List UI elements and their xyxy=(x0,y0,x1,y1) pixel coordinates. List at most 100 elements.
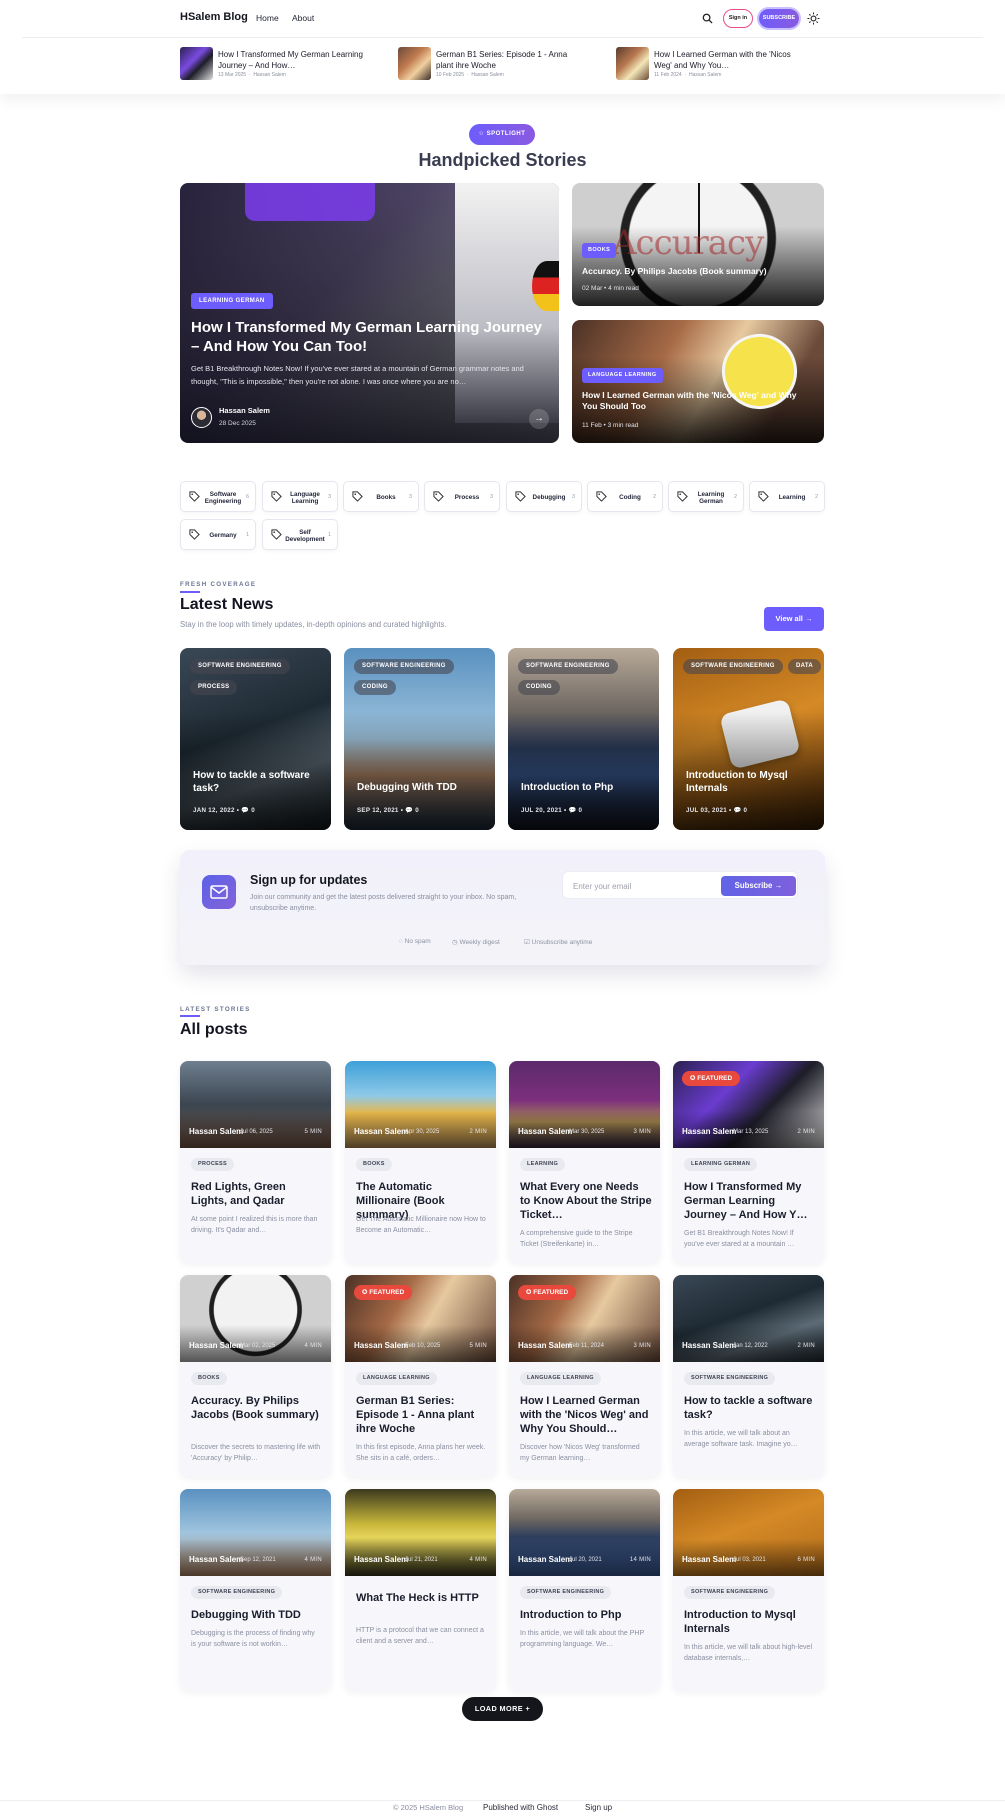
footer-signup-link[interactable]: Sign up xyxy=(585,1803,612,1812)
ticker-item[interactable]: How I Learned German with the 'Nicos Weg… xyxy=(616,47,816,81)
side-card-title[interactable]: How I Learned German with the 'Nicos Weg… xyxy=(582,390,812,412)
post-tag[interactable]: SOFTWARE ENGINEERING xyxy=(684,1372,776,1385)
mail-icon xyxy=(202,875,236,909)
tag-chip-software-engineering[interactable]: Software Engineering 6 xyxy=(180,481,256,512)
nav-home[interactable]: Home xyxy=(256,13,279,23)
footer-ghost-link[interactable]: Published with Ghost xyxy=(483,1803,558,1812)
post-excerpt: Discover how 'Nicos Weg' transformed my … xyxy=(520,1444,640,1462)
post-title[interactable]: Introduction to Mysql Internals xyxy=(684,1608,816,1636)
news-tag[interactable]: SOFTWARE ENGINEERING xyxy=(683,659,783,674)
author-name[interactable]: Hassan Salem xyxy=(219,406,270,415)
ticker-item[interactable]: German B1 Series: Episode 1 - Anna plant… xyxy=(398,47,598,81)
post-tag[interactable]: LANGUAGE LEARNING xyxy=(520,1372,601,1385)
email-input[interactable] xyxy=(573,878,713,894)
post-excerpt: Debugging is the process of finding why … xyxy=(191,1630,315,1648)
news-tag[interactable]: SOFTWARE ENGINEERING xyxy=(518,659,618,674)
tag-chip-coding[interactable]: Coding 2 xyxy=(587,481,663,512)
featured-main-title[interactable]: How I Transformed My German Learning Jou… xyxy=(191,318,551,356)
post-tag[interactable]: LANGUAGE LEARNING xyxy=(356,1372,437,1385)
site-logo[interactable]: HSalem Blog xyxy=(180,11,248,23)
news-title[interactable]: How to tackle a software task? xyxy=(193,770,323,795)
side-card-title[interactable]: Accuracy. By Philips Jacobs (Book summar… xyxy=(582,266,812,277)
post-title[interactable]: Accuracy. By Philips Jacobs (Book summar… xyxy=(191,1394,323,1422)
post-tag[interactable]: LEARNING GERMAN xyxy=(684,1158,758,1171)
news-card[interactable]: SOFTWARE ENGINEERING CODING Debugging Wi… xyxy=(344,648,495,830)
side-card-tag[interactable]: LANGUAGE LEARNING xyxy=(582,368,663,383)
post-card[interactable]: Hassan Salem Jul 21, 2021 4 MIN What The He… xyxy=(345,1489,496,1691)
arrow-right-icon[interactable]: → xyxy=(529,409,549,429)
tag-chip-germany[interactable]: Germany 1 xyxy=(180,519,256,550)
post-title[interactable]: What Every one Needs to Know About the S… xyxy=(520,1180,652,1222)
news-card[interactable]: SOFTWARE ENGINEERING PROCESS How to tack… xyxy=(180,648,331,830)
news-title[interactable]: Debugging With TDD xyxy=(357,782,487,795)
post-card[interactable]: Hassan Salem Jul 03, 2021 6 MIN SOFTWARE EN… xyxy=(673,1489,824,1691)
post-card[interactable]: Hassan Salem Sep 12, 2021 4 MIN SOFTWARE EN… xyxy=(180,1489,331,1691)
search-icon[interactable] xyxy=(702,13,713,24)
newsletter-subscribe-button[interactable]: Subscribe → xyxy=(721,876,796,896)
signin-button[interactable]: Sign in xyxy=(723,9,753,28)
tag-chip-process[interactable]: Process 3 xyxy=(424,481,500,512)
load-more-button[interactable]: LOAD MORE + xyxy=(462,1697,543,1721)
post-tag[interactable]: PROCESS xyxy=(191,1158,234,1171)
post-title[interactable]: What The Heck is HTTP xyxy=(356,1591,488,1605)
post-author: Hassan Salem xyxy=(354,1555,409,1564)
side-card-tag[interactable]: BOOKS xyxy=(582,243,617,258)
news-title[interactable]: Introduction to Php xyxy=(521,782,651,795)
news-meta: JUL 03, 2021 • 💬 0 xyxy=(686,807,748,814)
nav-about[interactable]: About xyxy=(292,13,314,23)
tag-icon xyxy=(758,491,769,502)
post-card[interactable]: Hassan Salem Mar 30, 2025 3 MIN LEARNING Wha… xyxy=(509,1061,660,1263)
tag-chip-books[interactable]: Books 3 xyxy=(343,481,419,512)
news-tag[interactable]: SOFTWARE ENGINEERING xyxy=(354,659,454,674)
post-card[interactable]: Hassan Salem Jul 20, 2021 14 MIN SOFTWARE E… xyxy=(509,1489,660,1691)
post-title[interactable]: How I Learned German with the 'Nicos Weg… xyxy=(520,1394,652,1436)
tag-count: 3 xyxy=(489,494,493,500)
post-title[interactable]: Red Lights, Green Lights, and Qadar xyxy=(191,1180,323,1208)
post-title[interactable]: German B1 Series: Episode 1 - Anna plant… xyxy=(356,1394,488,1436)
tag-chip-self-development[interactable]: Self Development 1 xyxy=(262,519,338,550)
subscribe-button[interactable]: SUBSCRIBE xyxy=(759,9,799,28)
tag-count: 2 xyxy=(733,494,737,500)
post-date: Jul 03, 2021 xyxy=(733,1557,766,1563)
post-tag[interactable]: LEARNING xyxy=(520,1158,566,1171)
spotlight-side-card[interactable]: LANGUAGE LEARNING How I Learned German w… xyxy=(572,320,824,443)
post-tag[interactable]: BOOKS xyxy=(191,1372,227,1385)
post-title[interactable]: Introduction to Php xyxy=(520,1608,652,1622)
tag-chip-debugging[interactable]: Debugging 3 xyxy=(506,481,582,512)
news-card[interactable]: SOFTWARE ENGINEERING DATA Introduction t… xyxy=(673,648,824,830)
post-card[interactable]: Hassan Salem Jul 06, 2025 5 MIN PROCESS Red … xyxy=(180,1061,331,1263)
news-tag[interactable]: DATA xyxy=(788,659,821,674)
view-all-button[interactable]: View all → xyxy=(764,607,824,631)
post-card[interactable]: Hassan Salem Jan 12, 2022 2 MIN SOFTWARE EN… xyxy=(673,1275,824,1477)
post-card[interactable]: Hassan Salem Mar 02, 2025 4 MIN BOOKS Accura… xyxy=(180,1275,331,1477)
tag-chip-language-learning[interactable]: Language Learning 3 xyxy=(262,481,338,512)
news-title[interactable]: Introduction to Mysql Internals xyxy=(686,770,816,795)
news-tag[interactable]: SOFTWARE ENGINEERING xyxy=(190,659,290,674)
news-tag[interactable]: PROCESS xyxy=(190,680,238,695)
post-card[interactable]: ✪ FEATURED Hassan Salem Feb 11, 2024 3 MIN L… xyxy=(509,1275,660,1477)
news-tag[interactable]: CODING xyxy=(354,680,396,695)
post-title[interactable]: How I Transformed My German Learning Jou… xyxy=(684,1180,816,1222)
news-card[interactable]: SOFTWARE ENGINEERING CODING Introduction… xyxy=(508,648,659,830)
newsletter-box: Sign up for updates Join our community a… xyxy=(180,850,825,965)
ticker-item[interactable]: How I Transformed My German Learning Jou… xyxy=(180,47,380,81)
featured-main-card[interactable]: LEARNING GERMAN How I Transformed My Ger… xyxy=(180,183,559,443)
tag-label: Germany xyxy=(209,532,237,539)
tag-chip-learning[interactable]: Learning 2 xyxy=(749,481,825,512)
post-title[interactable]: How to tackle a software task? xyxy=(684,1394,816,1422)
post-title[interactable]: Debugging With TDD xyxy=(191,1608,323,1622)
post-tag[interactable]: BOOKS xyxy=(356,1158,392,1171)
post-tag[interactable]: SOFTWARE ENGINEERING xyxy=(191,1586,283,1599)
news-tag[interactable]: CODING xyxy=(518,680,560,695)
post-tag[interactable]: SOFTWARE ENGINEERING xyxy=(684,1586,776,1599)
post-author: Hassan Salem xyxy=(189,1341,244,1350)
featured-main-tag[interactable]: LEARNING GERMAN xyxy=(191,293,273,309)
tag-label: Learning xyxy=(778,494,806,501)
spotlight-side-card[interactable]: Accuracy BOOKS Accuracy. By Philips Jaco… xyxy=(572,183,824,306)
post-card[interactable]: ✪ FEATURED Hassan Salem Feb 10, 2025 5 MIN L… xyxy=(345,1275,496,1477)
post-tag[interactable]: SOFTWARE ENGINEERING xyxy=(520,1586,612,1599)
post-card[interactable]: ✪ FEATURED Hassan Salem Mar 13, 2025 2 MIN L… xyxy=(673,1061,824,1263)
theme-toggle-sun-icon[interactable] xyxy=(807,12,820,25)
tag-chip-learning-german[interactable]: Learning German 2 xyxy=(668,481,744,512)
post-card[interactable]: Hassan Salem Apr 30, 2025 2 MIN BOOKS The Au… xyxy=(345,1061,496,1263)
